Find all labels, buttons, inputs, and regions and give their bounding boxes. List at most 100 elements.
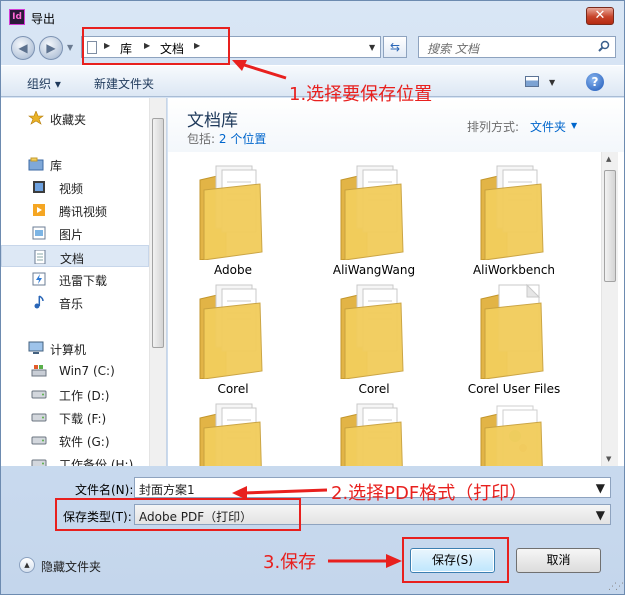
nav-item-label: 软件 (G:) [59,435,110,449]
folder-icon [340,403,403,466]
video-icon [33,181,45,193]
system-drive-icon [31,365,47,377]
annotation-arrow-1 [232,60,287,80]
back-button[interactable]: ◀ [11,36,35,60]
nav-item-libraries[interactable]: 库 [1,153,149,175]
drive-icon [31,436,47,445]
nav-item-favorites[interactable]: 收藏夹 [1,107,149,129]
star-icon [28,111,44,125]
nav-item-thunder-download[interactable]: 迅雷下载 [1,268,149,290]
annotation-step-2: 2.选择PDF格式（打印） [331,483,528,504]
navigation-pane: 收藏夹 库 视频 腾讯视频 图片 文档 迅雷下载 音乐 计算机 Win7 (C:… [1,98,167,466]
nav-item-drive-g[interactable]: 软件 (G:) [1,429,149,451]
nav-item-label: 下载 (F:) [59,412,107,426]
annotation-box-location [82,27,230,65]
annotation-step-3: 3.保存 [263,552,317,573]
organize-button[interactable]: 组织 ▾ [27,75,61,92]
chevron-up-icon: ▲ [19,557,35,573]
computer-icon [28,341,44,354]
search-placeholder: 搜索 文档 [427,42,479,56]
library-title: 文档库 [187,111,238,131]
forward-arrow-icon: ▶ [46,41,56,55]
folder-item[interactable]: AliWorkbench [449,160,579,278]
file-list-pane: 文档库 包括: 2 个位置 排列方式: 文件夹 ▼ Adobe AliWangWa… [168,98,624,466]
picture-icon [32,226,46,240]
nav-item-pictures[interactable]: 图片 [1,222,149,244]
indesign-app-icon: Id [9,9,25,25]
nav-scrollbar-thumb[interactable] [152,118,164,348]
folder-item[interactable] [449,398,579,466]
chevron-down-icon[interactable]: ▼ [596,508,605,522]
nav-item-label: 工作备份 (H:) [59,458,134,466]
address-history-dropdown[interactable]: ▼ [369,43,375,52]
search-icon[interactable] [598,40,610,52]
new-folder-button[interactable]: 新建文件夹 [94,75,154,92]
hide-folders-label: 隐藏文件夹 [41,560,102,574]
nav-item-label: 视频 [59,182,84,196]
forward-button[interactable]: ▶ [39,36,63,60]
resize-grip[interactable]: ⋰⋰ [608,582,624,592]
folder-icon [480,283,544,379]
chevron-down-icon[interactable]: ▼ [571,121,577,130]
back-arrow-icon: ◀ [18,41,28,55]
annotation-arrow-3 [328,554,402,568]
scroll-up-icon[interactable]: ▲ [606,155,611,163]
nav-item-music[interactable]: 音乐 [1,291,149,313]
folder-item[interactable]: Adobe [168,160,298,278]
folder-label: Adobe [214,263,252,277]
includes-label: 包括: [187,132,216,146]
nav-item-drive-h[interactable]: 工作备份 (H:) [1,452,149,466]
nav-item-drive-d[interactable]: 工作 (D:) [1,383,149,405]
nav-item-documents[interactable]: 文档 [1,245,149,267]
nav-item-drive-f[interactable]: 下载 (F:) [1,406,149,428]
refresh-button[interactable]: ⇆ [383,36,407,58]
filename-dropdown-icon[interactable]: ▼ [596,481,605,495]
folder-label: Corel [217,382,249,396]
annotation-box-filetype [55,498,301,531]
nav-item-label: 计算机 [50,343,87,357]
nav-item-tencent-video[interactable]: 腾讯视频 [1,199,149,221]
folder-icon [480,165,544,260]
folder-label: AliWorkbench [472,263,556,277]
folder-label: Corel [358,382,390,396]
window-title: 导出 [31,12,56,26]
library-locations-link[interactable]: 2 个位置 [219,132,266,146]
nav-item-drive-c[interactable]: Win7 (C:) [1,360,149,382]
folder-item[interactable]: Corel [309,279,439,397]
cancel-button[interactable]: 取消 [516,548,601,573]
library-includes: 包括: 2 个位置 [187,130,266,147]
folder-item[interactable]: AliWangWang [309,160,439,278]
nav-item-videos[interactable]: 视频 [1,176,149,198]
search-input[interactable]: 搜索 文档 [418,36,616,58]
file-list-scrollbar-thumb[interactable] [604,170,616,282]
view-options-dropdown[interactable]: ▼ [549,78,555,87]
filename-label: 文件名(N): [75,483,134,497]
nav-item-label: 工作 (D:) [59,389,110,403]
annotation-arrow-2 [232,486,328,500]
folder-item[interactable] [168,398,298,466]
nav-scrollbar[interactable] [149,98,166,466]
folder-item[interactable]: Corel [168,279,298,397]
scroll-down-icon[interactable]: ▼ [606,455,611,463]
arrange-by-dropdown[interactable]: 文件夹 [530,118,566,135]
music-icon [34,295,44,309]
folder-label: AliWangWang [332,263,416,277]
close-button[interactable]: ✕ [586,7,614,25]
filename-value: 封面方案1 [139,483,195,497]
nav-item-computer[interactable]: 计算机 [1,337,149,359]
hide-folders-toggle[interactable]: ▲ 隐藏文件夹 [19,557,119,575]
folder-label: Corel User Files [467,382,561,396]
nav-item-label: 音乐 [59,297,84,311]
nav-item-label: 文档 [60,252,85,266]
recent-locations-dropdown[interactable]: ▼ [67,43,73,52]
nav-item-label: 收藏夹 [50,113,87,127]
folder-item[interactable] [309,398,439,466]
drive-icon [31,413,47,422]
annotation-box-save [402,537,509,583]
folder-icon [340,165,404,260]
file-list-scrollbar[interactable]: ▲ ▼ [601,152,618,466]
library-icon [28,157,44,171]
change-view-icon[interactable] [525,76,539,87]
folder-item[interactable]: Corel User Files [449,279,579,397]
help-icon[interactable]: ? [586,73,604,91]
